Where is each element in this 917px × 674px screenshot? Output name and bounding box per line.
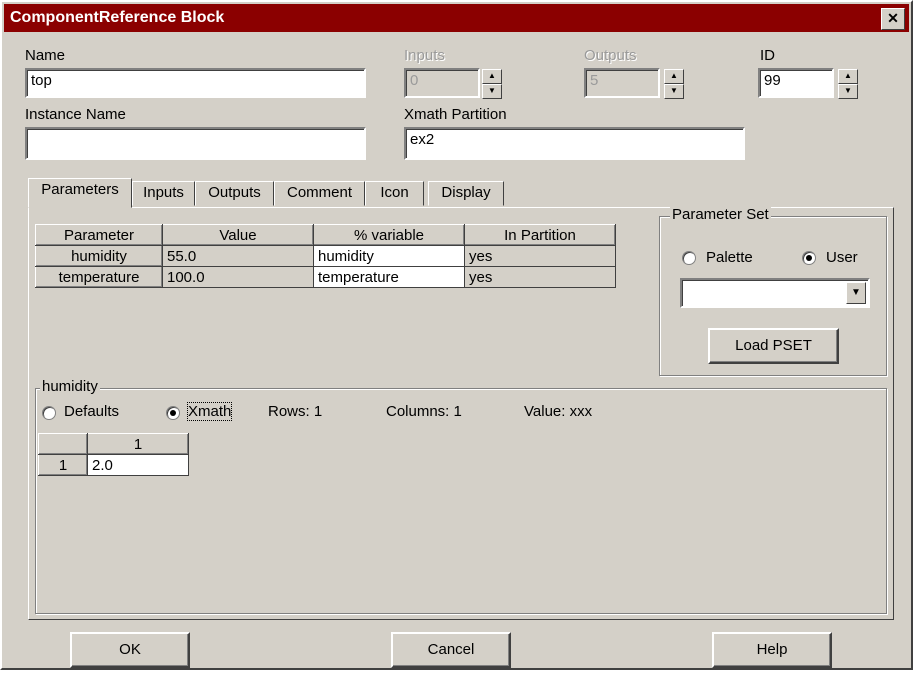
row-header[interactable]: humidity [35, 245, 163, 267]
columns-readout: Columns: 1 [386, 403, 462, 420]
outputs-field: 5 [584, 68, 660, 98]
table-row: temperature 100.0 temperature yes [35, 266, 616, 288]
xmath-partition-label: Xmath Partition [404, 106, 507, 123]
spin-down-icon: ▼ [482, 84, 502, 99]
tab-comment[interactable]: Comment [274, 181, 365, 206]
help-button[interactable]: Help [712, 632, 832, 668]
row-header[interactable]: temperature [35, 266, 163, 288]
defaults-label: Defaults [64, 403, 120, 420]
tab-display[interactable]: Display [428, 181, 504, 206]
table-cell[interactable]: temperature [313, 266, 465, 288]
window-title: ComponentReference Block [10, 9, 225, 26]
id-spinner[interactable]: ▲ ▼ [838, 69, 858, 99]
name-label: Name [25, 47, 66, 64]
instance-name-label: Instance Name [25, 106, 126, 123]
row-header[interactable]: 1 [38, 454, 88, 476]
parameter-set-title: Parameter Set [670, 206, 771, 223]
table-cell[interactable]: 2.0 [87, 454, 189, 476]
inputs-spinner: ▲ ▼ [482, 69, 502, 99]
column-header[interactable]: Parameter [35, 224, 163, 246]
id-input[interactable]: 99 [758, 68, 834, 98]
xmath-partition-input[interactable]: ex2 [404, 127, 745, 160]
spin-down-icon: ▼ [664, 84, 684, 99]
inputs-field: 0 [404, 68, 480, 98]
tab-parameters[interactable]: Parameters [28, 178, 132, 208]
table-cell[interactable]: yes [464, 266, 616, 288]
user-radio[interactable] [802, 251, 816, 265]
instance-name-input[interactable] [25, 127, 366, 160]
table-cell[interactable]: 100.0 [162, 266, 314, 288]
humidity-matrix: 1 1 2.0 [38, 433, 189, 476]
xmath-label: Xmath [186, 402, 233, 421]
table-header-row: Parameter Value % variable In Partition [35, 224, 616, 246]
column-header[interactable]: Value [162, 224, 314, 246]
title-bar: ComponentReference Block ✕ [4, 4, 909, 32]
name-input[interactable]: top [25, 68, 366, 98]
ok-button[interactable]: OK [70, 632, 190, 668]
close-icon[interactable]: ✕ [881, 8, 905, 30]
pset-combo[interactable]: ▼ [680, 278, 870, 308]
table-cell[interactable]: humidity [313, 245, 465, 267]
chevron-down-icon[interactable]: ▼ [846, 282, 866, 304]
table-cell[interactable]: 55.0 [162, 245, 314, 267]
parameters-table: Parameter Value % variable In Partition … [35, 224, 616, 288]
tab-icon[interactable]: Icon [365, 181, 424, 206]
dialog-window: ComponentReference Block ✕ Name top Inpu… [0, 0, 913, 670]
value-readout: Value: xxx [524, 403, 593, 420]
id-label: ID [760, 47, 775, 64]
tab-outputs[interactable]: Outputs [195, 181, 274, 206]
parameters-panel: Parameter Value % variable In Partition … [28, 206, 894, 620]
column-header[interactable]: % variable [313, 224, 465, 246]
outputs-spinner: ▲ ▼ [664, 69, 684, 99]
tab-inputs[interactable]: Inputs [132, 181, 195, 206]
parameter-set-group: Parameter Set Palette User ▼ Load PSET [659, 206, 887, 376]
humidity-group-title: humidity [40, 378, 100, 395]
humidity-group: humidity Defaults Xmath Rows: 1 Columns:… [35, 378, 887, 614]
spin-up-icon: ▲ [482, 69, 502, 84]
rows-readout: Rows: 1 [268, 403, 323, 420]
user-label: User [826, 249, 858, 266]
table-cell[interactable]: yes [464, 245, 616, 267]
table-row: humidity 55.0 humidity yes [35, 245, 616, 267]
load-pset-button[interactable]: Load PSET [708, 328, 839, 364]
outputs-label: Outputs [584, 47, 637, 64]
palette-label: Palette [706, 249, 753, 266]
column-header[interactable]: 1 [87, 433, 189, 455]
spin-up-icon: ▲ [664, 69, 684, 84]
column-header[interactable]: In Partition [464, 224, 616, 246]
spin-down-icon[interactable]: ▼ [838, 84, 858, 99]
spin-up-icon[interactable]: ▲ [838, 69, 858, 84]
inputs-label: Inputs [404, 47, 445, 64]
cancel-button[interactable]: Cancel [391, 632, 511, 668]
table-header-row: 1 [38, 433, 189, 455]
corner-header [38, 433, 88, 455]
palette-radio[interactable] [682, 251, 696, 265]
defaults-radio[interactable] [42, 406, 56, 420]
xmath-radio[interactable] [166, 406, 180, 420]
table-row: 1 2.0 [38, 454, 189, 476]
